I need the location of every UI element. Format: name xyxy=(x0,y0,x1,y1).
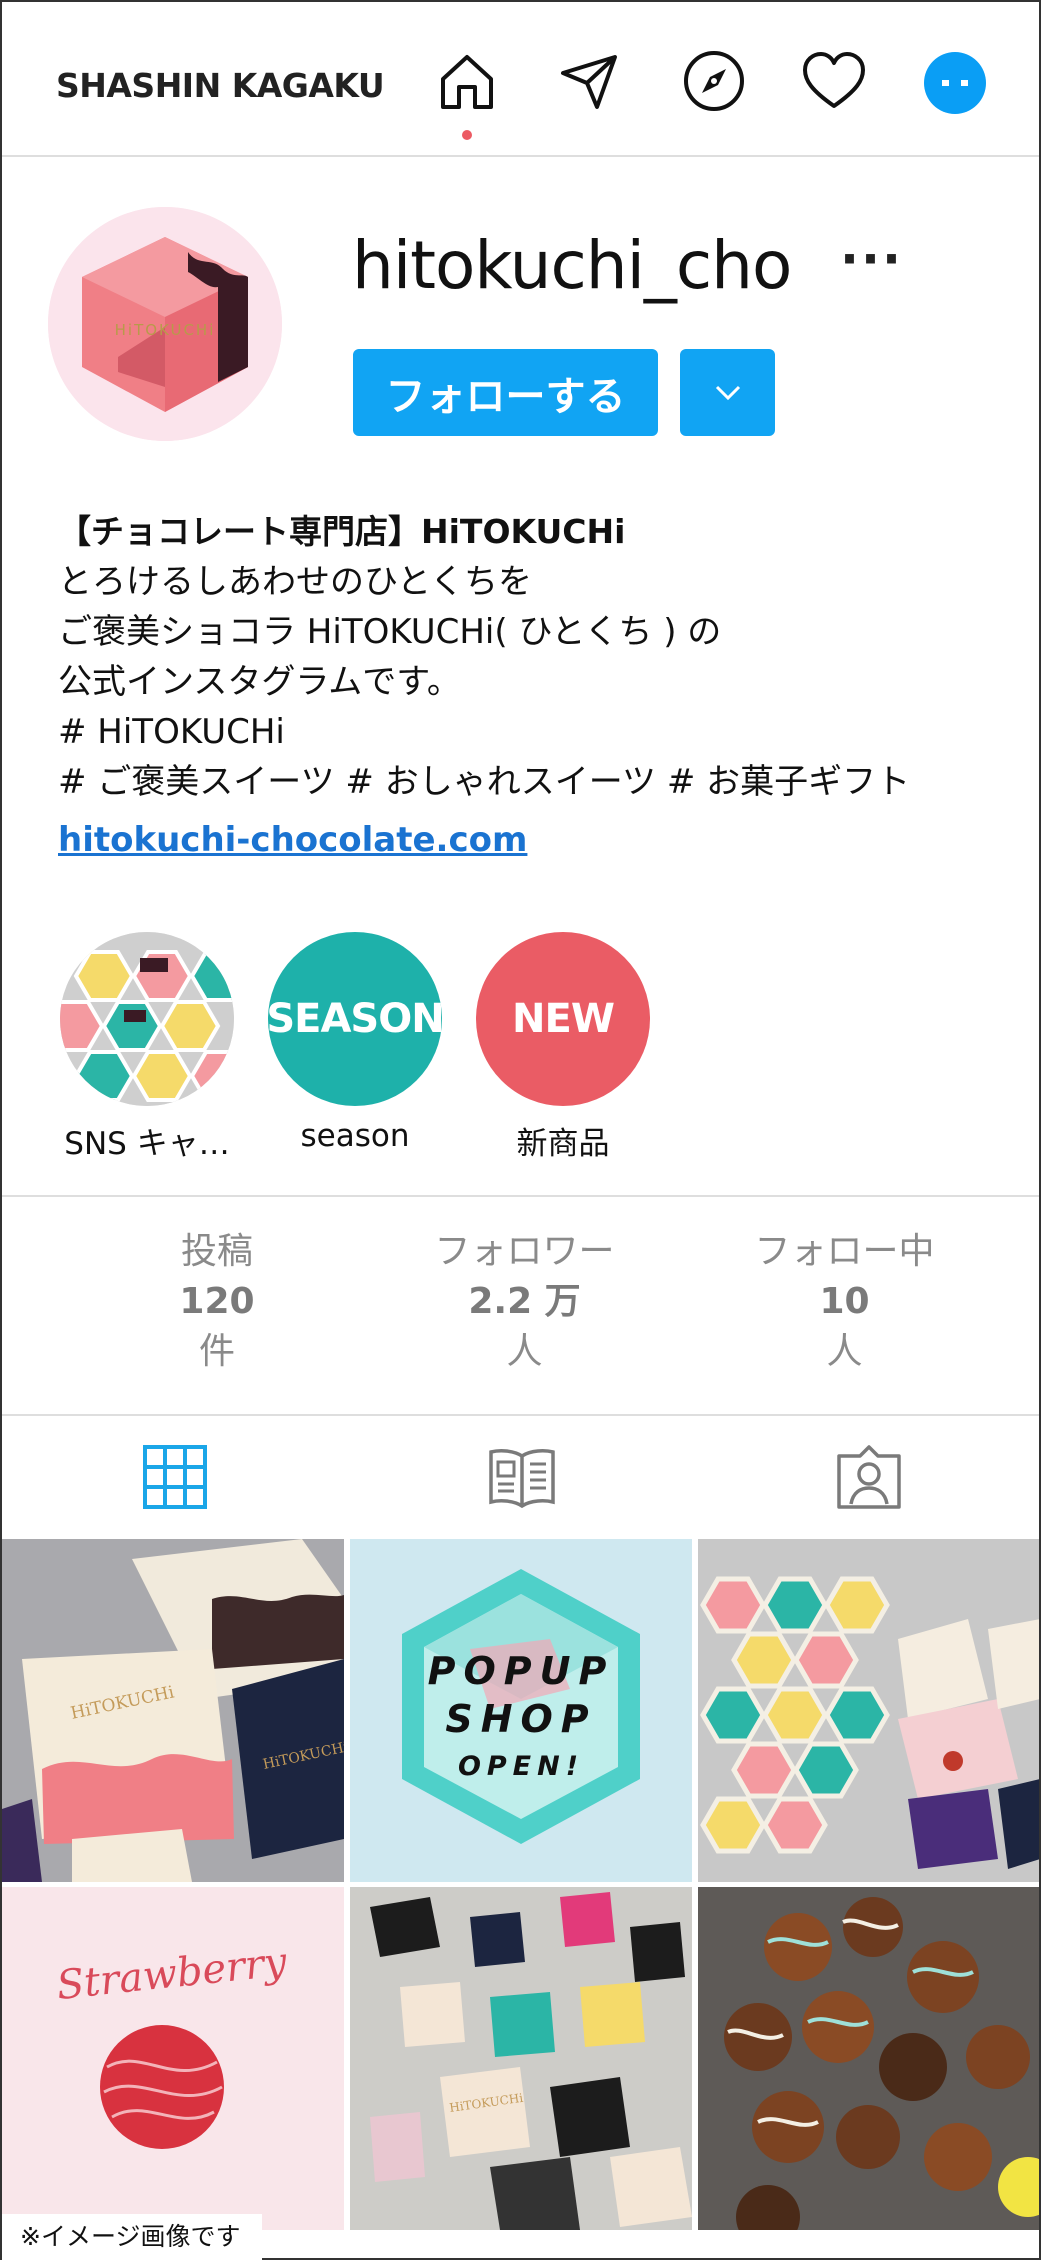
active-tab-indicator xyxy=(462,130,472,140)
post-thumbnail-boxes[interactable]: HiTOKUCHi HiTOKUCHi xyxy=(2,1539,344,1882)
stat-label: フォロワー xyxy=(434,1231,615,1272)
highlight-label: SNS キャ… xyxy=(64,1126,230,1162)
explore-icon[interactable] xyxy=(679,46,749,116)
post-thumbnail-popup-shop[interactable]: POPUP SHOP OPEN! xyxy=(350,1539,692,1882)
highlight-label: season xyxy=(300,1118,410,1154)
stat-followers[interactable]: フォロワー 2.2 万 人 xyxy=(402,1227,647,1377)
post-thumbnail-truffles[interactable] xyxy=(698,1887,1039,2230)
bio-title: 【チョコレート専門店】HiTOKUCHi xyxy=(58,512,626,551)
bio-line: # HiTOKUCHi xyxy=(58,712,285,752)
highlight-cover-text: SEASON xyxy=(268,996,442,1042)
popup-text-line: OPEN! xyxy=(458,1751,584,1782)
post-thumbnail-strawberry[interactable]: Strawberry xyxy=(2,1887,344,2230)
stat-value: 120 xyxy=(179,1281,255,1322)
more-options-icon[interactable]: ··· xyxy=(840,230,903,288)
website-link[interactable]: hitokuchi-chocolate.com xyxy=(58,815,527,865)
bio-line: # ご褒美スイーツ # おしゃれスイーツ # お菓子ギフト xyxy=(58,762,911,802)
bio-line: 公式インスタグラムです。 xyxy=(58,662,461,702)
stat-unit: 人 xyxy=(506,1331,543,1372)
stat-unit: 件 xyxy=(198,1331,235,1372)
highlight-cover xyxy=(60,932,234,1106)
highlight-cover: SEASON xyxy=(268,932,442,1106)
highlight-season[interactable]: SEASON season xyxy=(268,932,442,1154)
tagged-icon[interactable] xyxy=(834,1442,904,1512)
stat-label: 投稿 xyxy=(180,1231,253,1272)
profile-bio: 【チョコレート専門店】HiTOKUCHi とろけるしあわせのひとくちを ご褒美シ… xyxy=(58,507,1018,865)
profile-username: hitokuchi_cho xyxy=(352,227,792,304)
post-thumbnail-hex-pattern[interactable] xyxy=(698,1539,1039,1882)
brand-logo: SHASHIN KAGAKU xyxy=(56,66,385,105)
popup-text-line: SHOP xyxy=(445,1697,596,1741)
grid-icon[interactable] xyxy=(140,1442,210,1512)
profile-picture[interactable]: HiTOKUCHi xyxy=(48,207,282,441)
stat-value: 2.2 万 xyxy=(468,1281,581,1322)
guide-icon[interactable] xyxy=(487,1442,557,1512)
heart-icon[interactable] xyxy=(799,46,869,116)
highlight-label: 新商品 xyxy=(516,1126,610,1162)
bio-line: ご褒美ショコラ HiTOKUCHi( ひとくち ) の xyxy=(58,612,722,652)
bio-line: とろけるしあわせのひとくちを xyxy=(58,562,532,602)
send-icon[interactable] xyxy=(554,46,624,116)
stat-unit: 人 xyxy=(826,1331,863,1372)
highlight-cover: NEW xyxy=(476,932,650,1106)
image-disclaimer: ※イメージ画像です xyxy=(2,2214,262,2260)
avatar-logo-text: HiTOKUCHi xyxy=(115,321,216,339)
highlight-new-products[interactable]: NEW 新商品 xyxy=(476,932,650,1163)
popup-text-line: POPUP xyxy=(428,1649,615,1693)
home-icon[interactable] xyxy=(432,46,502,116)
stat-following[interactable]: フォロー中 10 人 xyxy=(722,1227,967,1377)
profile-tabs xyxy=(2,1414,1039,1538)
highlight-cover-text: NEW xyxy=(512,996,615,1042)
highlight-sns-campaign[interactable]: SNS キャ… xyxy=(60,932,234,1163)
profile-stats: 投稿 120 件 フォロワー 2.2 万 人 フォロー中 10 人 xyxy=(2,1195,1039,1416)
suggested-accounts-button[interactable] xyxy=(680,349,775,436)
chevron-down-icon xyxy=(715,385,740,400)
stat-posts[interactable]: 投稿 120 件 xyxy=(147,1227,287,1377)
top-navigation-bar: SHASHIN KAGAKU xyxy=(2,2,1039,157)
post-thumbnail-cubes[interactable]: HiTOKUCHi xyxy=(350,1887,692,2230)
stat-value: 10 xyxy=(819,1281,870,1322)
post-grid: HiTOKUCHi HiTOKUCHi POPUP SHOP OPEN! Str… xyxy=(2,1539,1039,2260)
avatar-icon[interactable] xyxy=(924,52,986,114)
stat-label: フォロー中 xyxy=(754,1231,935,1272)
follow-button[interactable]: フォローする xyxy=(353,349,658,436)
